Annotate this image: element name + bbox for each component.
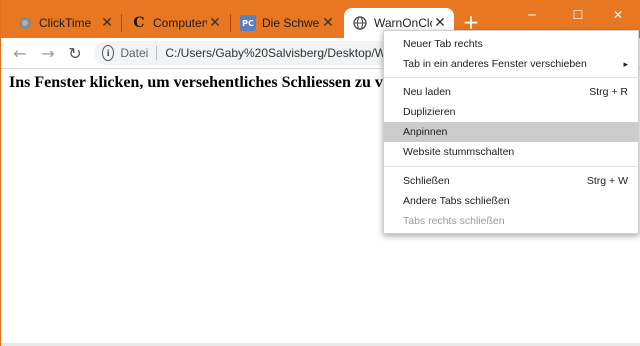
submenu-arrow-icon: ▸ <box>623 58 628 69</box>
tab-close-icon[interactable]: ✕ <box>320 15 336 31</box>
browser-window: ClickTime ✕ C Computerw ✕ PC Die Schweiz… <box>0 0 640 346</box>
tab-divider <box>121 14 122 32</box>
tab-close-icon[interactable]: ✕ <box>207 15 223 31</box>
tab-title: ClickTime <box>39 16 92 30</box>
tab-context-menu: Neuer Tab rechts Tab in ein anderes Fens… <box>383 30 639 234</box>
menu-item-mute-site[interactable]: Website stummschalten <box>384 142 638 162</box>
tab-close-icon[interactable]: ✕ <box>99 15 115 31</box>
scheme-label: Datei <box>120 46 158 60</box>
minimize-button[interactable]: ─ <box>509 0 555 30</box>
tab-computerworld[interactable]: C Computerw ✕ <box>123 8 229 38</box>
clicktime-favicon <box>17 15 33 31</box>
menu-item-label: Website stummschalten <box>403 146 515 158</box>
menu-item-label: Anpinnen <box>403 126 448 138</box>
tab-title: Die Schweiz <box>262 16 320 30</box>
info-icon[interactable]: i <box>102 45 115 61</box>
menu-item-close-other-tabs[interactable]: Andere Tabs schließen <box>384 191 638 211</box>
tab-title: Computerw <box>153 16 207 30</box>
menu-item-label: Tabs rechts schließen <box>403 215 505 227</box>
menu-separator <box>384 77 638 78</box>
tab-clicktime[interactable]: ClickTime ✕ <box>9 8 121 38</box>
menu-item-label: Andere Tabs schließen <box>403 195 510 207</box>
menu-item-label: Tab in ein anderes Fenster verschieben <box>403 58 587 70</box>
menu-item-shortcut: Strg + W <box>586 175 628 187</box>
close-window-button[interactable]: ✕ <box>595 0 640 30</box>
reload-button[interactable]: ↻ <box>64 42 86 64</box>
menu-item-pin[interactable]: Anpinnen <box>384 122 638 142</box>
menu-item-label: Duplizieren <box>403 106 456 118</box>
page-text[interactable]: Ins Fenster klicken, um versehentliches … <box>9 74 389 92</box>
menu-item-label: Neuer Tab rechts <box>403 38 483 50</box>
menu-separator <box>384 166 638 167</box>
menu-item-label: Neu laden <box>403 86 451 98</box>
menu-item-move-tab[interactable]: Tab in ein anderes Fenster verschieben ▸ <box>384 54 638 74</box>
menu-item-shortcut: Strg + R <box>589 86 628 98</box>
menu-item-close[interactable]: Schließen Strg + W <box>384 171 638 191</box>
tab-title: WarnOnClos <box>374 16 432 30</box>
tab-close-icon[interactable]: ✕ <box>432 15 448 31</box>
url-text[interactable]: C:/Users/Gaby%20Salvisberg/Desktop/WarnO… <box>165 46 394 60</box>
back-button[interactable]: ← <box>9 42 31 64</box>
menu-item-label: Schließen <box>403 175 450 187</box>
forward-button[interactable]: → <box>37 42 59 64</box>
computerworld-favicon: C <box>131 15 147 31</box>
pctipp-favicon: PC <box>240 15 256 31</box>
tab-divider <box>230 14 231 32</box>
menu-item-duplicate[interactable]: Duplizieren <box>384 102 638 122</box>
address-bar[interactable]: i Datei C:/Users/Gaby%20Salvisberg/Deskt… <box>94 41 394 65</box>
computerworld-favicon-letter: C <box>133 15 145 31</box>
menu-item-reload[interactable]: Neu laden Strg + R <box>384 82 638 102</box>
menu-item-close-tabs-right: Tabs rechts schließen <box>384 211 638 231</box>
tab-die-schweiz[interactable]: PC Die Schweiz ✕ <box>232 8 342 38</box>
globe-icon <box>352 15 368 31</box>
pctipp-favicon-text: PC <box>242 18 254 28</box>
menu-item-new-tab-right[interactable]: Neuer Tab rechts <box>384 34 638 54</box>
